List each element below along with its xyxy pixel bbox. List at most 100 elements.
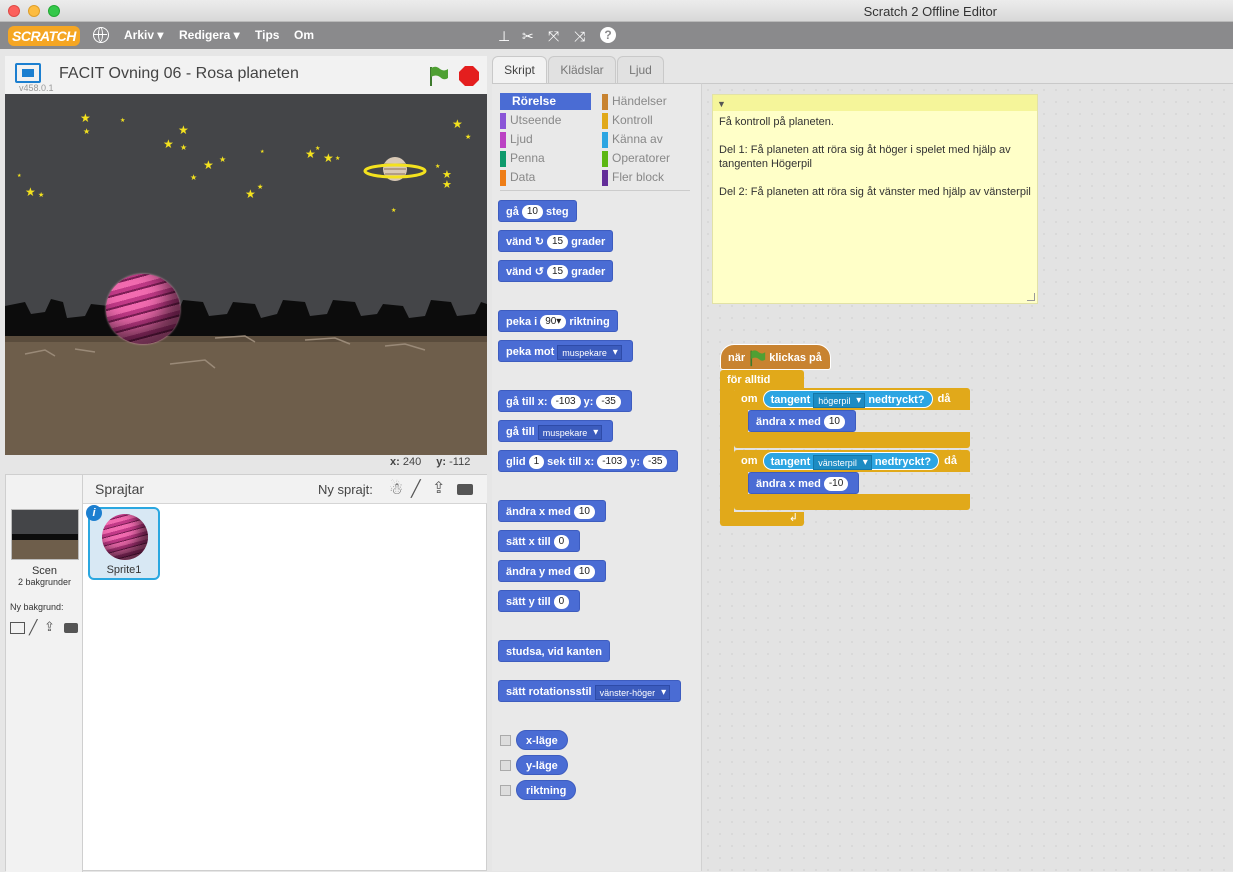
script-stack[interactable]: när klickas på för alltid ↲ om tangent hö… — [720, 344, 980, 544]
paint-sprite-icon[interactable]: ╱ — [411, 479, 421, 499]
script-area[interactable]: ▼ Få kontroll på planeten. Del 1: Få pla… — [702, 83, 1233, 871]
menu-tips[interactable]: Tips — [255, 28, 279, 42]
sprite-pink-planet[interactable] — [106, 274, 180, 344]
block-point-towards[interactable]: peka mot muspekare — [498, 340, 633, 362]
comment-note[interactable]: ▼ Få kontroll på planeten. Del 1: Få pla… — [712, 94, 1038, 304]
block-change-y[interactable]: ändra y med 10 — [498, 560, 606, 582]
reporter-x-position[interactable]: x-läge — [516, 730, 568, 750]
category-data[interactable]: Data — [500, 169, 535, 186]
scratch-logo[interactable]: SCRATCH — [8, 26, 80, 46]
block-set-y[interactable]: sätt y till 0 — [498, 590, 581, 612]
sprite-name: Sprite1 — [106, 564, 142, 576]
block-if-right[interactable]: om tangenthögerpilnedtryckt? då — [734, 388, 970, 410]
category-handelser[interactable]: Händelser — [602, 93, 667, 110]
stage-canvas[interactable]: ★ ★ ★ ★ ★ ★ ★ ★ ★ ★ ★ ★ ★ ★ ★ ★ ★ ★ ★ ★ … — [5, 94, 487, 455]
stage-header: FACIT Ovning 06 - Rosa planeten v458.0.1 — [5, 56, 487, 94]
if-left-bottom — [734, 494, 970, 510]
star-icon: ★ — [452, 117, 463, 131]
block-change-x-left[interactable]: ändra x med -10 — [748, 472, 860, 494]
checkbox-y-position[interactable] — [500, 760, 511, 771]
checkbox-x-position[interactable] — [500, 735, 511, 746]
sprite-library-icon[interactable]: ☃ — [389, 479, 403, 499]
green-flag-icon[interactable] — [427, 65, 449, 87]
menu-arkiv[interactable]: Arkiv ▾ — [124, 28, 163, 42]
help-icon[interactable]: ? — [600, 27, 616, 43]
scene-thumbnail[interactable] — [11, 509, 79, 560]
upload-sprite-icon[interactable]: ⇪ — [432, 478, 445, 498]
close-window-button[interactable] — [8, 5, 20, 17]
tab-kladslar[interactable]: Klädslar — [548, 56, 616, 83]
duplicate-stamp-icon[interactable]: ⊥ — [498, 28, 510, 45]
upload-backdrop-icon[interactable]: ⇪ — [44, 619, 55, 635]
star-icon: ★ — [25, 185, 36, 199]
reporter-y-position[interactable]: y-läge — [516, 755, 568, 775]
sprite-thumbnail — [102, 514, 148, 560]
presentation-mode-icon[interactable] — [15, 63, 41, 83]
block-change-x-right[interactable]: ändra x med 10 — [748, 410, 856, 432]
paint-backdrop-icon[interactable]: ╱ — [29, 619, 37, 636]
star-icon: ★ — [163, 137, 174, 151]
category-kontroll[interactable]: Kontroll — [602, 112, 653, 129]
sprite-header: Sprajtar Ny sprajt: ☃ ╱ ⇪ — [83, 475, 487, 504]
block-bounce[interactable]: studsa, vid kanten — [498, 640, 610, 662]
block-if-left[interactable]: om tangentvänsterpilnedtryckt? då — [734, 450, 970, 472]
star-icon: ★ — [442, 179, 452, 191]
sensing-key-pressed-right[interactable]: tangenthögerpilnedtryckt? — [762, 390, 933, 408]
tab-ljud[interactable]: Ljud — [617, 56, 664, 83]
info-icon[interactable]: i — [86, 505, 102, 521]
editor-panel: Skript Klädslar Ljud Rörelse Utseende Lj… — [492, 56, 1233, 871]
block-palette: Rörelse Utseende Ljud Penna Data Händels… — [492, 83, 702, 871]
category-kanna-av[interactable]: Känna av — [602, 131, 663, 148]
block-change-x[interactable]: ändra x med 10 — [498, 500, 606, 522]
grow-icon[interactable]: ⤧ — [548, 28, 559, 45]
category-ljud[interactable]: Ljud — [500, 131, 533, 148]
window-titlebar: Scratch 2 Offline Editor — [0, 0, 1233, 22]
tab-skript[interactable]: Skript — [492, 56, 547, 83]
resize-handle-icon[interactable] — [1027, 293, 1035, 301]
category-fler-block[interactable]: Fler block — [602, 169, 664, 186]
block-glide[interactable]: glid 1 sek till x: -103 y: -35 — [498, 450, 679, 472]
comment-line: Få kontroll på planeten. — [719, 116, 834, 128]
menu-om[interactable]: Om — [294, 28, 314, 42]
category-divider — [500, 190, 690, 191]
zoom-window-button[interactable] — [48, 5, 60, 17]
if-left-arm — [734, 472, 748, 494]
sprite-tile[interactable]: i Sprite1 — [86, 505, 160, 580]
project-title[interactable]: FACIT Ovning 06 - Rosa planeten — [59, 65, 299, 83]
comment-line: Del 2: Få planeten att röra sig åt vänst… — [719, 186, 1031, 198]
delete-scissors-icon[interactable]: ✂ — [522, 28, 534, 45]
block-move-steps[interactable]: gå 10 steg — [498, 200, 577, 222]
collapse-triangle-icon[interactable]: ▼ — [717, 97, 726, 111]
sensing-key-pressed-left[interactable]: tangentvänsterpilnedtryckt? — [762, 452, 940, 470]
block-turn-left[interactable]: vänd ↺ 15 grader — [498, 260, 614, 282]
block-goto[interactable]: gå till muspekare — [498, 420, 614, 442]
stop-icon[interactable] — [459, 66, 479, 86]
star-icon: ★ — [83, 127, 91, 136]
block-goto-xy[interactable]: gå till x: -103 y: -35 — [498, 390, 632, 412]
block-point-direction[interactable]: peka i 90▾ riktning — [498, 310, 618, 332]
menu-redigera[interactable]: Redigera ▾ — [179, 28, 240, 42]
camera-sprite-icon[interactable] — [457, 484, 473, 495]
category-penna[interactable]: Penna — [500, 150, 545, 167]
block-forever[interactable]: för alltid — [720, 370, 804, 390]
comment-header[interactable]: ▼ — [713, 95, 1037, 111]
star-icon: ★ — [190, 173, 198, 182]
block-set-x[interactable]: sätt x till 0 — [498, 530, 581, 552]
turn-right-icon: ↻ — [534, 236, 544, 248]
block-rotation-style[interactable]: sätt rotationsstil vänster-höger — [498, 680, 682, 702]
block-when-flag-clicked[interactable]: när klickas på — [720, 344, 831, 370]
checkbox-direction[interactable] — [500, 785, 511, 796]
turn-left-icon: ↺ — [534, 266, 544, 278]
forever-arm — [720, 390, 734, 514]
reporter-direction[interactable]: riktning — [516, 780, 577, 800]
category-utseende[interactable]: Utseende — [500, 112, 561, 129]
shrink-icon[interactable]: ⤨ — [574, 28, 585, 45]
minimize-window-button[interactable] — [28, 5, 40, 17]
menubar: SCRATCH Arkiv ▾ Redigera ▾ Tips Om ⊥ ✂ ⤧… — [0, 22, 1233, 49]
globe-icon[interactable] — [93, 27, 109, 43]
category-operatorer[interactable]: Operatorer — [602, 150, 670, 167]
category-rorelse[interactable]: Rörelse — [500, 93, 591, 110]
block-turn-right[interactable]: vänd ↻ 15 grader — [498, 230, 614, 252]
camera-backdrop-icon[interactable] — [64, 623, 78, 633]
backdrop-library-icon[interactable] — [10, 622, 25, 634]
